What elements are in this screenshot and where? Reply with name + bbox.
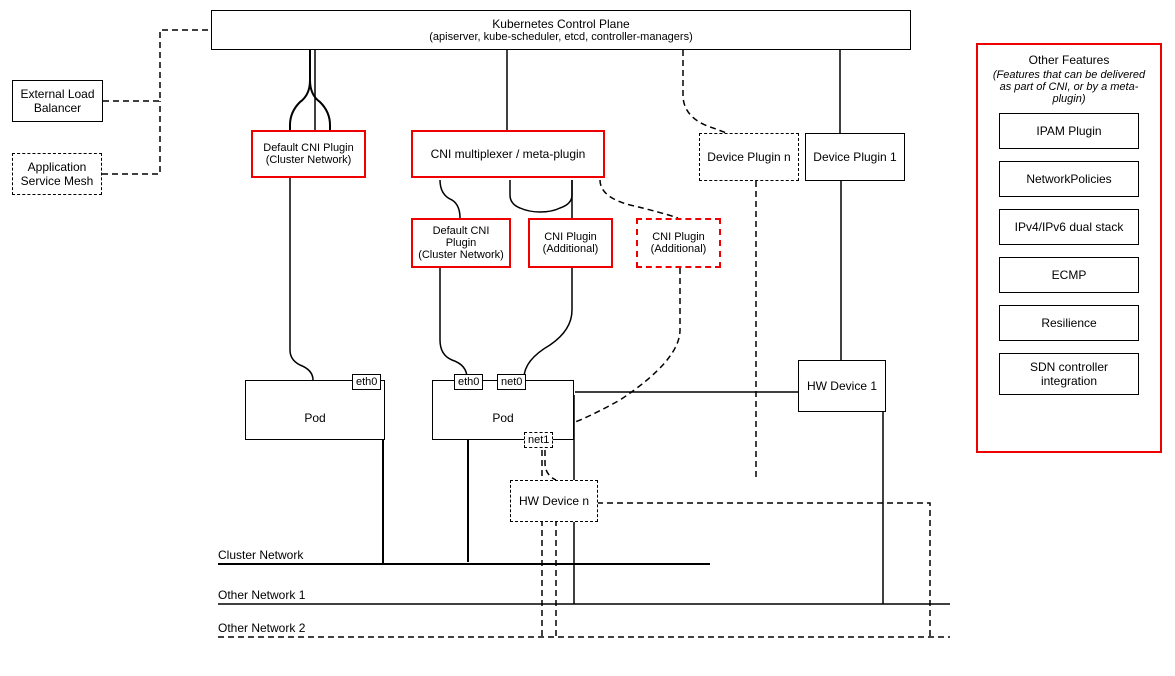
cni-multiplexer-box: CNI multiplexer / meta-plugin — [411, 130, 605, 178]
feature-item-0-label: IPAM Plugin — [1036, 124, 1101, 138]
feature-item-5: SDN controller integration — [999, 353, 1139, 395]
cni-add2-l2: (Additional) — [651, 243, 707, 255]
hw-device-n-box: HW Device n — [510, 480, 598, 522]
external-load-balancer-box: External Load Balancer — [12, 80, 103, 122]
pod-left-label: Pod — [304, 411, 325, 425]
device-plugin-n-label: Device Plugin n — [707, 150, 790, 164]
other-network-2-label: Other Network 2 — [218, 621, 305, 635]
device-plugin-1-label: Device Plugin 1 — [813, 150, 896, 164]
device-plugin-1-box: Device Plugin 1 — [805, 133, 905, 181]
hw-device-1-label: HW Device 1 — [807, 379, 877, 393]
feature-item-0: IPAM Plugin — [999, 113, 1139, 149]
control-plane-subtitle: (apiserver, kube-scheduler, etcd, contro… — [429, 31, 693, 43]
default-cni-left-l1: Default CNI Plugin — [263, 142, 354, 154]
pod-mid-label: Pod — [492, 411, 513, 425]
cni-add1-l1: CNI Plugin — [544, 231, 597, 243]
feature-item-1: NetworkPolicies — [999, 161, 1139, 197]
hw-device-1-box: HW Device 1 — [798, 360, 886, 412]
pod-mid-eth0-label: eth0 — [454, 374, 483, 390]
cni-add1-l2: (Additional) — [543, 243, 599, 255]
control-plane-title: Kubernetes Control Plane — [492, 17, 629, 31]
feature-item-2: IPv4/IPv6 dual stack — [999, 209, 1139, 245]
feature-item-5-label: SDN controller integration — [1004, 360, 1134, 388]
feature-item-4: Resilience — [999, 305, 1139, 341]
default-cni-left-l2: (Cluster Network) — [266, 154, 352, 166]
hw-device-n-label: HW Device n — [519, 494, 589, 508]
other-features-subtitle: (Features that can be delivered as part … — [988, 69, 1150, 105]
feature-item-4-label: Resilience — [1041, 316, 1096, 330]
control-plane-box: Kubernetes Control Plane (apiserver, kub… — [211, 10, 911, 50]
pod-mid-net1-label: net1 — [524, 432, 553, 448]
default-cni-plugin-left-box: Default CNI Plugin (Cluster Network) — [251, 130, 366, 178]
external-load-balancer-label: External Load Balancer — [17, 87, 98, 115]
cni-plugin-additional-2-box: CNI Plugin (Additional) — [636, 218, 721, 268]
cni-plugin-additional-1-box: CNI Plugin (Additional) — [528, 218, 613, 268]
cni-add2-l1: CNI Plugin — [652, 231, 705, 243]
feature-item-3-label: ECMP — [1052, 268, 1087, 282]
pod-mid-net0-label: net0 — [497, 374, 526, 390]
other-network-1-label: Other Network 1 — [218, 588, 305, 602]
other-features-title: Other Features — [1029, 53, 1110, 67]
other-features-panel: Other Features (Features that can be del… — [976, 43, 1162, 453]
cni-multiplexer-label: CNI multiplexer / meta-plugin — [431, 147, 586, 161]
cluster-network-label: Cluster Network — [218, 548, 303, 562]
feature-item-1-label: NetworkPolicies — [1026, 172, 1111, 186]
feature-item-3: ECMP — [999, 257, 1139, 293]
application-service-mesh-box: Application Service Mesh — [12, 153, 102, 195]
default-cni-mid-l1: Default CNI Plugin — [417, 225, 505, 249]
application-service-mesh-label: Application Service Mesh — [17, 160, 97, 188]
device-plugin-n-box: Device Plugin n — [699, 133, 799, 181]
feature-item-2-label: IPv4/IPv6 dual stack — [1015, 220, 1124, 234]
pod-left-eth0-label: eth0 — [352, 374, 381, 390]
default-cni-mid-l2: (Cluster Network) — [418, 249, 504, 261]
default-cni-plugin-mid-box: Default CNI Plugin (Cluster Network) — [411, 218, 511, 268]
